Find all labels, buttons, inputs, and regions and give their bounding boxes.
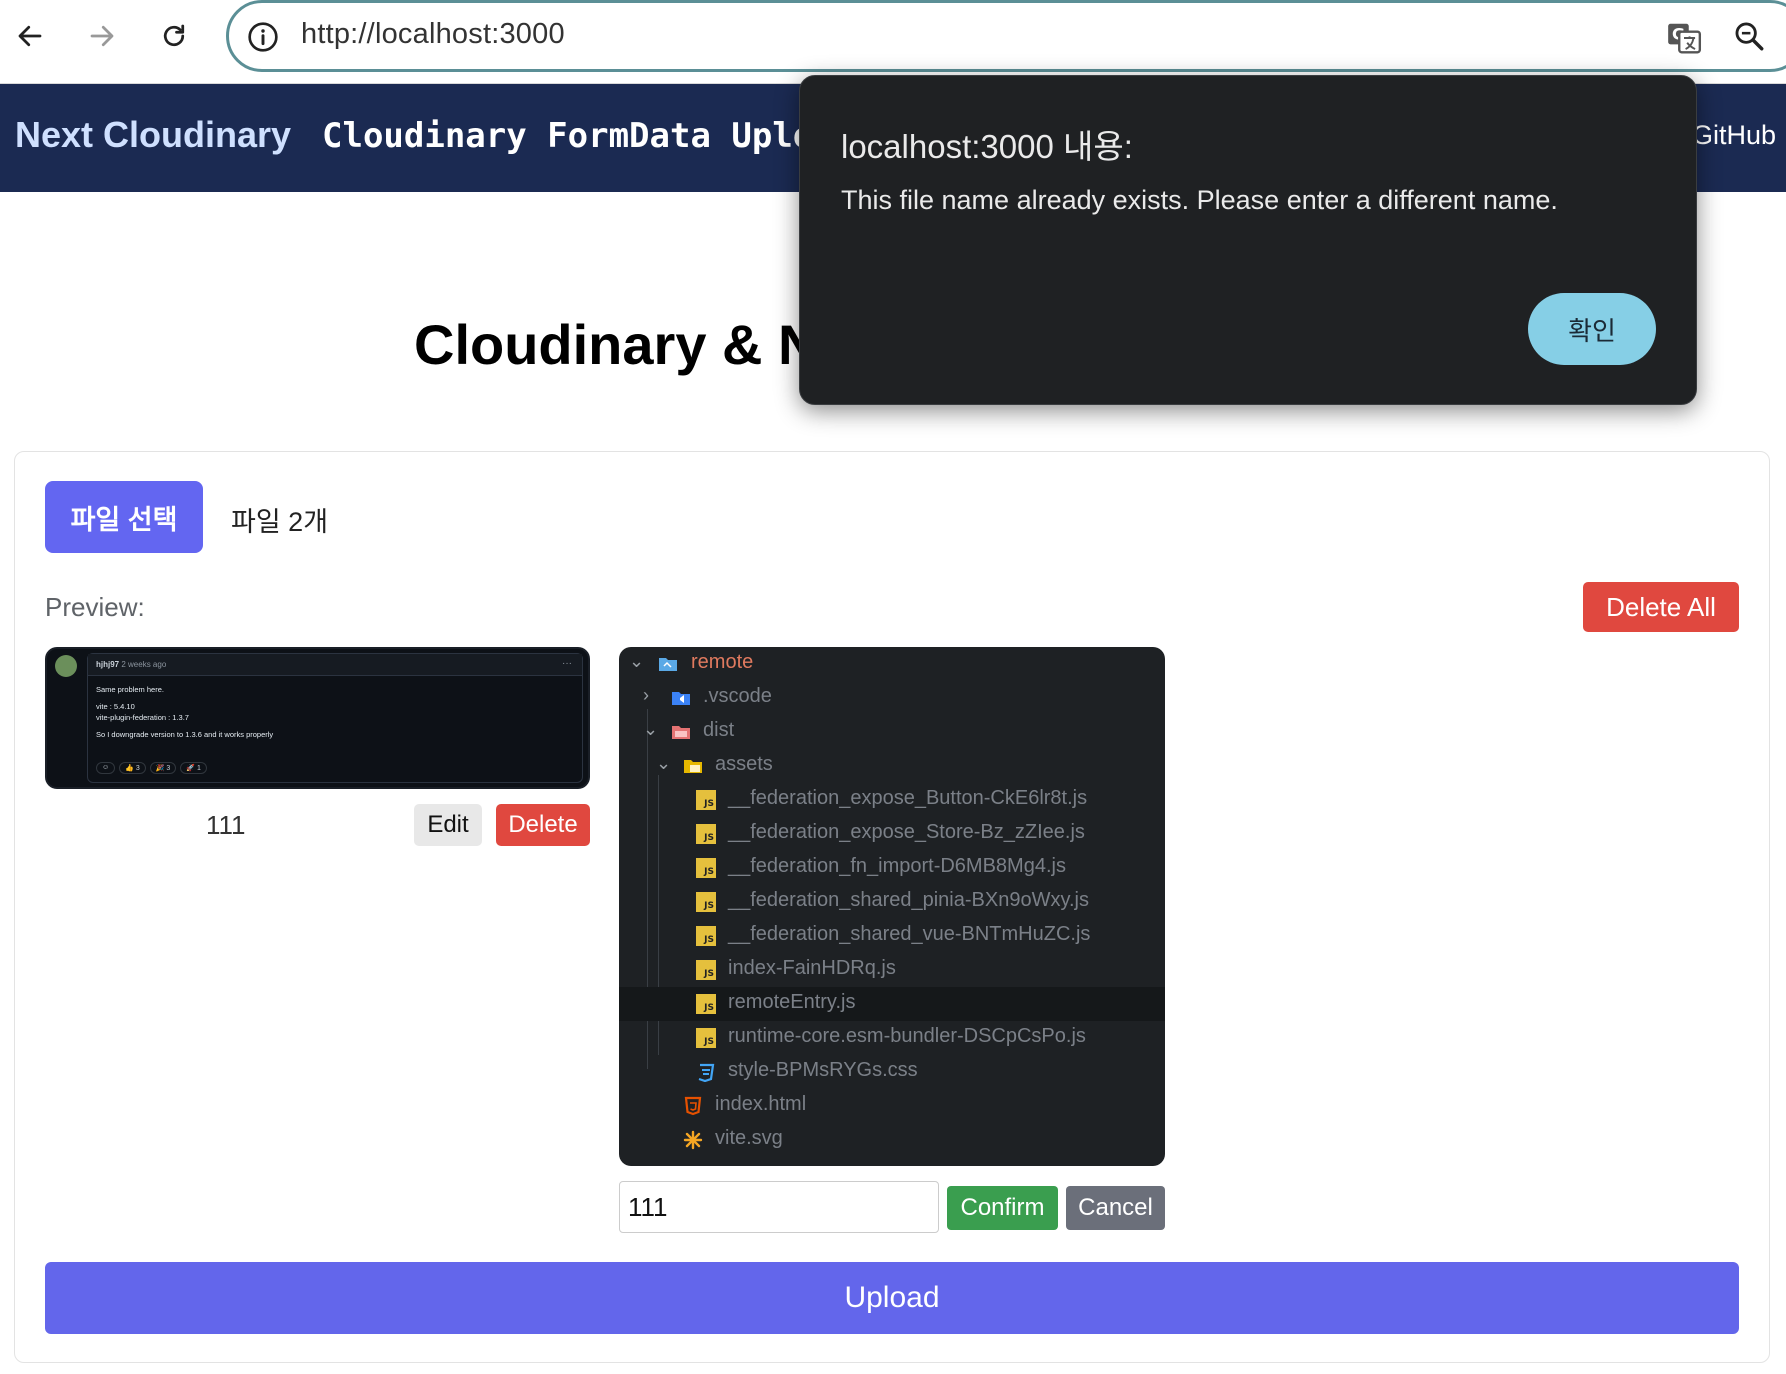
- js-file-icon: JS: [696, 1028, 716, 1048]
- dialog-title: localhost:3000 내용:: [841, 128, 1133, 165]
- tree-item-label: __federation_shared_vue-BNTmHuZC.js: [728, 923, 1091, 945]
- vscode-folder-icon: [672, 692, 690, 705]
- comment-header: hjhj97 2 weeks ago ···: [88, 654, 582, 676]
- comment-body: Same problem here. vite : 5.4.10 vite-pl…: [88, 676, 582, 748]
- preview-image-2: ⌄ remote › .vscode ⌄ dist ⌄ assets JS __…: [619, 647, 1165, 1166]
- reload-icon: [163, 24, 185, 47]
- tree-item-file: style-BPMsRYGs.css: [619, 1055, 1165, 1089]
- address-bar[interactable]: http://localhost:3000 G: [226, 0, 1786, 72]
- comment-reactions: ☺ 👍 3 🎉 3 🚀 1: [96, 762, 207, 774]
- tree-item-file: JS __federation_expose_Button-CkE6lr8t.j…: [619, 783, 1165, 817]
- tree-item-file: JS index-FainHDRq.js: [619, 953, 1165, 987]
- cancel-button[interactable]: Cancel: [1066, 1186, 1165, 1230]
- preview-label: Preview:: [45, 592, 145, 622]
- tree-item-folder: ⌄ assets: [619, 749, 1165, 783]
- reaction-badge: 🚀 1: [180, 762, 207, 774]
- tree-item-label: assets: [715, 753, 773, 775]
- info-icon[interactable]: [247, 21, 279, 53]
- tree-item-label: remote: [691, 651, 754, 673]
- tree-item-file: vite.svg: [619, 1123, 1165, 1157]
- js-file-icon: JS: [696, 892, 716, 912]
- confirm-button[interactable]: Confirm: [947, 1186, 1058, 1230]
- nav-link-cloudinary-formdata-upload[interactable]: Cloudinary FormData Uploa: [322, 116, 822, 156]
- page-title: Cloudinary & N: [414, 313, 819, 376]
- comment-time: 2 weeks ago: [121, 660, 167, 669]
- comment-box: hjhj97 2 weeks ago ··· Same problem here…: [87, 653, 583, 783]
- tree-item-label: __federation_expose_Store-Bz_zZIee.js: [728, 821, 1085, 843]
- tree-item-folder: › .vscode: [619, 681, 1165, 715]
- choose-file-button[interactable]: 파일 선택: [45, 481, 203, 553]
- comment-line: vite : 5.4.10: [96, 702, 135, 711]
- browser-toolbar: http://localhost:3000 G: [0, 0, 1786, 84]
- preview-1-filename: 111: [206, 810, 246, 840]
- avatar: [55, 655, 77, 677]
- chevron-down-icon: ⌄: [643, 719, 659, 739]
- comment-line: vite-plugin-federation : 1.3.7: [96, 713, 189, 722]
- preview-image-1: hjhj97 2 weeks ago ··· Same problem here…: [45, 647, 590, 789]
- dialog-message: This file name already exists. Please en…: [841, 185, 1558, 215]
- tree-item-file: JS __federation_shared_pinia-BXn9oWxy.js: [619, 885, 1165, 919]
- tree-item-file: JS __federation_expose_Store-Bz_zZIee.js: [619, 817, 1165, 851]
- back-button[interactable]: [8, 14, 52, 58]
- brand-logo-text[interactable]: Next Cloudinary: [15, 114, 291, 156]
- comment-line: Same problem here.: [96, 685, 164, 694]
- reaction-badge: 👍 3: [119, 762, 146, 774]
- delete-all-button[interactable]: Delete All: [1583, 582, 1739, 632]
- comment-username: hjhj97: [96, 660, 120, 669]
- tree-item-label: index.html: [715, 1093, 807, 1115]
- tree-item-label: remoteEntry.js: [728, 991, 856, 1013]
- tree-item-folder: ⌄ remote: [619, 647, 1165, 681]
- tree-item-file: JS remoteEntry.js: [619, 987, 1165, 1021]
- tree-item-label: __federation_fn_import-D6MB8Mg4.js: [728, 855, 1066, 877]
- chevron-right-icon: ›: [643, 685, 649, 705]
- dist-folder-icon: [672, 726, 690, 739]
- js-file-icon: JS: [696, 790, 716, 810]
- dialog-ok-button[interactable]: 확인: [1528, 293, 1656, 365]
- file-count-label: 파일 2개: [231, 507, 329, 537]
- css-file-icon: [698, 1063, 715, 1082]
- tree-item-label: __federation_expose_Button-CkE6lr8t.js: [728, 787, 1088, 809]
- js-file-icon: JS: [696, 994, 716, 1014]
- chevron-down-icon: ⌄: [656, 753, 672, 773]
- tree-item-file: JS __federation_shared_vue-BNTmHuZC.js: [619, 919, 1165, 953]
- filename-edit-input[interactable]: [619, 1181, 939, 1233]
- arrow-left-icon: [18, 25, 42, 47]
- js-file-icon: JS: [696, 926, 716, 946]
- reload-button[interactable]: [152, 14, 196, 58]
- tree-item-folder: ⌄ dist: [619, 715, 1165, 749]
- tree-item-label: index-FainHDRq.js: [728, 957, 896, 979]
- tree-item-label: .vscode: [703, 685, 772, 707]
- tree-item-file: JS __federation_fn_import-D6MB8Mg4.js: [619, 851, 1165, 885]
- nav-link-github[interactable]: GitHub: [1692, 120, 1776, 151]
- js-file-icon: JS: [696, 858, 716, 878]
- tree-item-label: style-BPMsRYGs.css: [728, 1059, 918, 1081]
- html-file-icon: [684, 1096, 702, 1116]
- js-file-icon: JS: [696, 960, 716, 980]
- tree-item-label: vite.svg: [715, 1127, 783, 1149]
- assets-folder-icon: [684, 760, 702, 773]
- zoom-icon[interactable]: [1732, 19, 1766, 53]
- alert-dialog: localhost:3000 내용: This file name alread…: [799, 75, 1697, 405]
- folder-icon: [659, 658, 677, 671]
- tree-item-file: JS runtime-core.esm-bundler-DSCpCsPo.js: [619, 1021, 1165, 1055]
- tree-item-label: __federation_shared_pinia-BXn9oWxy.js: [728, 889, 1089, 911]
- reaction-badge: 🎉 3: [149, 762, 177, 774]
- upload-button[interactable]: Upload: [45, 1262, 1739, 1334]
- translate-icon[interactable]: G: [1665, 19, 1703, 57]
- edit-button[interactable]: Edit: [414, 804, 482, 846]
- svg-file-icon: [683, 1130, 703, 1150]
- url-text[interactable]: http://localhost:3000: [301, 18, 565, 51]
- more-icon: ···: [562, 658, 572, 669]
- tree-item-label: runtime-core.esm-bundler-DSCpCsPo.js: [728, 1025, 1086, 1047]
- comment-line: So I downgrade version to 1.3.6 and it w…: [96, 730, 274, 739]
- arrow-right-icon: [90, 25, 114, 47]
- reaction-badge: ☺: [96, 762, 116, 774]
- js-file-icon: JS: [696, 824, 716, 844]
- chevron-down-icon: ⌄: [629, 651, 645, 671]
- delete-button[interactable]: Delete: [496, 804, 590, 846]
- tree-item-label: dist: [703, 719, 735, 741]
- tree-item-file: index.html: [619, 1089, 1165, 1123]
- forward-button[interactable]: [80, 14, 124, 58]
